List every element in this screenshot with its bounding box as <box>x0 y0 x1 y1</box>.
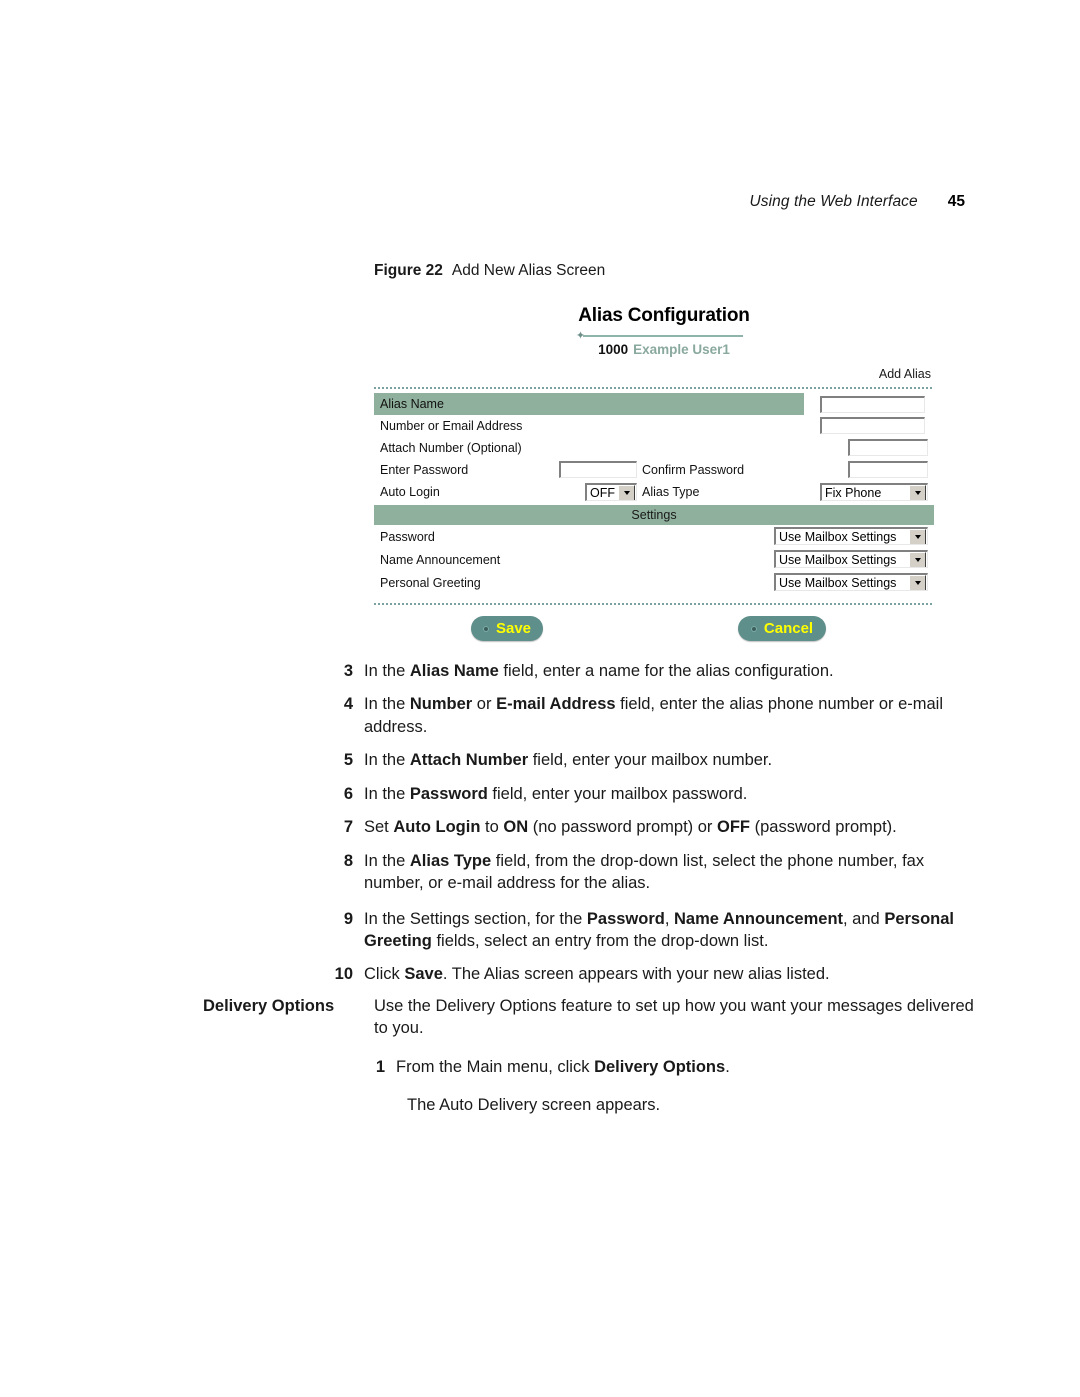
bullet-icon <box>750 625 757 632</box>
step-item: 10 Click Save. The Alias screen appears … <box>334 963 974 985</box>
step-item: 7 Set Auto Login to ON (no password prom… <box>334 816 974 838</box>
step-text: In the Alias Name field, enter a name fo… <box>364 662 834 680</box>
step-number: 6 <box>343 784 353 803</box>
step-text: Set Auto Login to ON (no password prompt… <box>364 818 897 837</box>
settings-name-announcement-label: Name Announcement <box>380 552 501 567</box>
save-button[interactable]: Save <box>471 616 543 641</box>
settings-password-select[interactable]: Use Mailbox Settings <box>774 527 928 545</box>
step-item: 4 In the Number or E-mail Address field,… <box>334 693 974 738</box>
running-head-title: Using the Web Interface <box>749 193 918 210</box>
step-text: In the Settings section, for the Passwor… <box>364 909 955 950</box>
title-rule <box>583 335 743 337</box>
enter-password-input[interactable] <box>559 461 637 478</box>
settings-name-announcement-value: Use Mailbox Settings <box>779 552 897 567</box>
step-item: 6 In the Password field, enter your mail… <box>334 783 974 805</box>
button-row: Save Cancel <box>374 616 934 644</box>
step-number: 7 <box>343 818 353 837</box>
form-row-settings-name-announcement: Name Announcement Use Mailbox Settings <box>374 548 934 571</box>
settings-password-value: Use Mailbox Settings <box>779 529 897 544</box>
step-text: In the Attach Number field, enter your m… <box>364 751 773 770</box>
step-number: 10 <box>334 965 353 984</box>
number-or-email-input[interactable] <box>820 417 925 434</box>
step-item: 9 In the Settings section, for the Passw… <box>334 908 974 953</box>
attach-number-label: Attach Number (Optional) <box>380 441 522 455</box>
settings-personal-greeting-value: Use Mailbox Settings <box>779 575 897 590</box>
step-item: 8 In the Alias Type field, from the drop… <box>334 850 974 895</box>
bottom-divider <box>374 603 934 605</box>
delivery-options-body: Use the Delivery Options feature to set … <box>374 995 978 1117</box>
step-text: In the Number or E-mail Address field, e… <box>364 695 944 736</box>
save-button-label: Save <box>495 620 532 637</box>
settings-password-label: Password <box>380 529 435 544</box>
delivery-step-number: 1 <box>375 1057 385 1076</box>
chevron-down-icon[interactable] <box>909 485 926 500</box>
alias-form: Alias Name Number or Email Address Attac… <box>374 393 934 644</box>
bullet-icon <box>482 625 489 632</box>
chevron-down-icon[interactable] <box>909 575 926 590</box>
step-item: 5 In the Attach Number field, enter your… <box>334 749 974 771</box>
auto-login-label: Auto Login <box>380 485 440 499</box>
cancel-button-label: Cancel <box>763 620 814 637</box>
form-row-settings-personal-greeting: Personal Greeting Use Mailbox Settings <box>374 571 934 594</box>
settings-section-heading: Settings <box>374 505 934 525</box>
step-number: 9 <box>343 909 353 928</box>
screen-title: Alias Configuration <box>578 305 750 326</box>
enter-password-label: Enter Password <box>380 463 469 477</box>
attach-number-input[interactable] <box>848 439 928 456</box>
auto-login-select[interactable]: OFF <box>585 483 637 501</box>
alias-type-value: Fix Phone <box>825 485 882 500</box>
settings-name-announcement-select[interactable]: Use Mailbox Settings <box>774 550 928 568</box>
title-underline: ✦ <box>557 331 751 342</box>
settings-personal-greeting-select[interactable]: Use Mailbox Settings <box>774 573 928 591</box>
alias-name-band: Alias Name <box>374 393 804 415</box>
top-divider <box>374 387 934 389</box>
form-row-passwords: Enter Password Confirm Password <box>374 459 934 481</box>
form-row-alias-name: Alias Name <box>374 393 934 415</box>
delivery-options-intro: Use the Delivery Options feature to set … <box>374 997 974 1038</box>
delivery-step-text: From the Main menu, click Delivery Optio… <box>396 1057 730 1076</box>
chevron-down-icon[interactable] <box>909 529 926 544</box>
auto-login-value: OFF <box>590 485 615 500</box>
alias-type-select[interactable]: Fix Phone <box>820 483 928 501</box>
procedure-steps: 3 In the Alias Name field, enter a name … <box>334 660 974 997</box>
step-number: 3 <box>343 662 353 680</box>
running-head: Using the Web Interface 45 <box>749 193 965 211</box>
breadcrumb: Add Alias <box>878 367 931 381</box>
alias-name-label: Alias Name <box>380 397 444 411</box>
step-text: In the Password field, enter your mailbo… <box>364 784 748 803</box>
alias-type-label: Alias Type <box>642 485 700 499</box>
user-identity: 1000 Example User1 <box>374 342 934 357</box>
form-row-number-or-email: Number or Email Address <box>374 415 934 437</box>
form-row-auto-login: Auto Login OFF Alias Type Fix Phone <box>374 481 934 503</box>
user-id: 1000 <box>598 342 629 357</box>
step-text: In the Alias Type field, from the drop-d… <box>364 851 925 893</box>
delivery-options-heading: Delivery Options <box>203 997 335 1015</box>
delivery-options-section: Delivery Options Use the Delivery Option… <box>203 995 978 1117</box>
user-name: Example User1 <box>633 342 730 357</box>
chevron-down-icon[interactable] <box>909 552 926 567</box>
alias-configuration-screenshot: Alias Configuration ✦ 1000 Example User1 … <box>374 305 934 650</box>
step-item: 3 In the Alias Name field, enter a name … <box>334 660 974 682</box>
figure-caption-text: Add New Alias Screen <box>451 262 606 279</box>
form-row-settings-password: Password Use Mailbox Settings <box>374 525 934 548</box>
cancel-button[interactable]: Cancel <box>738 616 826 641</box>
step-number: 8 <box>343 851 353 870</box>
chevron-down-icon[interactable] <box>618 485 635 500</box>
alias-name-input[interactable] <box>820 396 925 413</box>
figure-caption: Figure 22 Add New Alias Screen <box>374 262 605 280</box>
number-or-email-label: Number or Email Address <box>380 419 523 433</box>
step-number: 4 <box>343 695 353 714</box>
form-row-attach-number: Attach Number (Optional) <box>374 437 934 459</box>
figure-label: Figure 22 <box>374 262 443 279</box>
settings-personal-greeting-label: Personal Greeting <box>380 575 481 590</box>
page-number: 45 <box>947 193 965 210</box>
delivery-step-item: 1 From the Main menu, click Delivery Opt… <box>374 1056 978 1078</box>
confirm-password-input[interactable] <box>848 461 928 478</box>
delivery-result-text: The Auto Delivery screen appears. <box>407 1096 661 1115</box>
step-text: Click Save. The Alias screen appears wit… <box>364 965 830 984</box>
confirm-password-label: Confirm Password <box>642 463 745 477</box>
step-number: 5 <box>343 751 353 770</box>
